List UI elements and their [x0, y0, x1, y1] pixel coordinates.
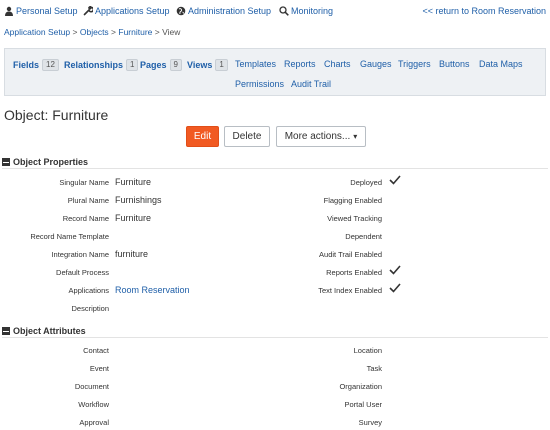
tab-pages-label: Pages — [140, 60, 167, 70]
breadcrumb: Application Setup > Objects > Furniture … — [4, 27, 180, 37]
applications-setup-label: Applications Setup — [95, 6, 170, 16]
tab-charts-label: Charts — [324, 59, 351, 69]
pages-count-badge: 9 — [169, 59, 182, 71]
property-label: Dependent — [345, 232, 382, 241]
tab-permissions-label: Permissions — [235, 79, 285, 89]
tab-reports[interactable]: Reports — [284, 59, 316, 69]
attribute-label: Location — [353, 346, 382, 355]
breadcrumb-objects[interactable]: Objects — [80, 27, 109, 37]
page-title: Object: Furniture — [4, 107, 109, 123]
tab-fields[interactable]: Fields 12 — [13, 59, 59, 71]
monitoring-label: Monitoring — [291, 6, 334, 16]
breadcrumb-furniture[interactable]: Furniture — [118, 27, 152, 37]
administration-setup-link[interactable]: Administration Setup — [176, 6, 271, 16]
property-label: Record Name — [62, 214, 109, 223]
tab-audit-trail-label: Audit Trail — [291, 79, 332, 89]
breadcrumb-application-setup[interactable]: Application Setup — [4, 27, 70, 37]
tab-charts[interactable]: Charts — [324, 59, 351, 69]
property-label: Plural Name — [67, 196, 109, 205]
attribute-label: Approval — [79, 418, 109, 427]
tab-views-label: Views — [187, 60, 213, 70]
property-label: Text Index Enabled — [318, 286, 382, 295]
monitoring-link[interactable]: Monitoring — [279, 6, 333, 16]
attribute-label: Contact — [83, 346, 109, 355]
more-actions-dropdown[interactable]: More actions... ▾ — [276, 126, 366, 147]
property-label: Record Name Template — [30, 232, 109, 241]
checkmark-icon — [389, 283, 401, 293]
personal-setup-link[interactable]: Personal Setup — [4, 6, 78, 16]
fields-count-badge: 12 — [42, 59, 59, 71]
property-label: Default Process — [56, 268, 109, 277]
tab-data-maps-label: Data Maps — [479, 59, 523, 69]
tab-reports-label: Reports — [284, 59, 316, 69]
breadcrumb-current: View — [162, 27, 181, 37]
property-value: Furniture — [115, 213, 152, 223]
attribute-label: Task — [366, 364, 382, 373]
views-count-badge: 1 — [215, 59, 228, 71]
checkmark-icon — [389, 175, 401, 185]
tab-buttons-label: Buttons — [439, 59, 470, 69]
tab-data-maps[interactable]: Data Maps — [479, 59, 523, 69]
object-properties-header[interactable]: Object Properties — [2, 156, 548, 169]
personal-setup-label: Personal Setup — [16, 6, 78, 16]
attribute-label: Organization — [339, 382, 382, 391]
property-value: Furniture — [115, 177, 152, 187]
more-actions-label: More actions... — [284, 131, 351, 142]
person-icon — [4, 6, 14, 16]
applications-setup-link[interactable]: Applications Setup — [83, 6, 170, 16]
property-label: Singular Name — [59, 178, 109, 187]
tab-fields-label: Fields — [13, 60, 40, 70]
tab-views[interactable]: Views 1 — [187, 59, 228, 71]
caret-down-icon: ▾ — [353, 132, 358, 141]
top-navigation: Personal Setup Applications Setup Admini… — [4, 6, 546, 20]
property-value: Furnishings — [115, 195, 162, 205]
object-properties-title: Object Properties — [13, 157, 89, 167]
property-label: Viewed Tracking — [327, 214, 382, 223]
breadcrumb-separator: > — [70, 27, 80, 37]
breadcrumb-separator: > — [108, 27, 119, 37]
attribute-label: Portal User — [344, 400, 382, 409]
property-label: Reports Enabled — [326, 268, 382, 277]
property-label: Integration Name — [51, 250, 109, 259]
attribute-label: Workflow — [78, 400, 109, 409]
object-attributes-title: Object Attributes — [13, 326, 86, 336]
return-to-app-label: << return to Room Reservation — [422, 6, 546, 16]
tab-buttons[interactable]: Buttons — [439, 59, 470, 69]
collapse-icon — [2, 158, 10, 166]
property-label: Applications — [68, 286, 109, 295]
tab-triggers-label: Triggers — [398, 59, 431, 69]
tab-audit-trail[interactable]: Audit Trail — [291, 79, 331, 89]
property-label: Description — [71, 304, 109, 313]
attribute-label: Survey — [358, 418, 382, 427]
object-attributes-header[interactable]: Object Attributes — [2, 325, 548, 338]
tab-relationships-label: Relationships — [64, 60, 124, 70]
attribute-label: Document — [74, 382, 109, 391]
tab-templates-label: Templates — [235, 59, 277, 69]
attribute-label: Event — [89, 364, 109, 373]
tab-pages[interactable]: Pages 9 — [140, 59, 182, 71]
property-label: Flagging Enabled — [323, 196, 382, 205]
applications-link[interactable]: Room Reservation — [115, 285, 190, 295]
edit-button[interactable]: Edit — [186, 126, 219, 147]
breadcrumb-separator: > — [152, 27, 163, 37]
object-tab-bar: Fields 12 Relationships 1 Pages 9 Views … — [4, 48, 546, 96]
administration-setup-label: Administration Setup — [188, 6, 272, 16]
property-label: Deployed — [350, 178, 382, 187]
relationships-count-badge: 1 — [126, 59, 139, 71]
return-to-app-link[interactable]: << return to Room Reservation — [422, 6, 546, 16]
magnifier-icon — [279, 6, 289, 16]
tab-gauges[interactable]: Gauges — [360, 59, 392, 69]
tab-relationships[interactable]: Relationships 1 — [64, 59, 139, 71]
checkmark-icon — [389, 265, 401, 275]
tab-permissions[interactable]: Permissions — [235, 79, 284, 89]
collapse-icon — [2, 327, 10, 335]
tab-templates[interactable]: Templates — [235, 59, 276, 69]
tab-gauges-label: Gauges — [360, 59, 392, 69]
property-label: Audit Trail Enabled — [319, 250, 382, 259]
wrench-icon — [83, 6, 93, 16]
property-value: furniture — [115, 249, 149, 259]
delete-button[interactable]: Delete — [224, 126, 270, 147]
tab-triggers[interactable]: Triggers — [398, 59, 431, 69]
globe-icon — [176, 6, 186, 16]
